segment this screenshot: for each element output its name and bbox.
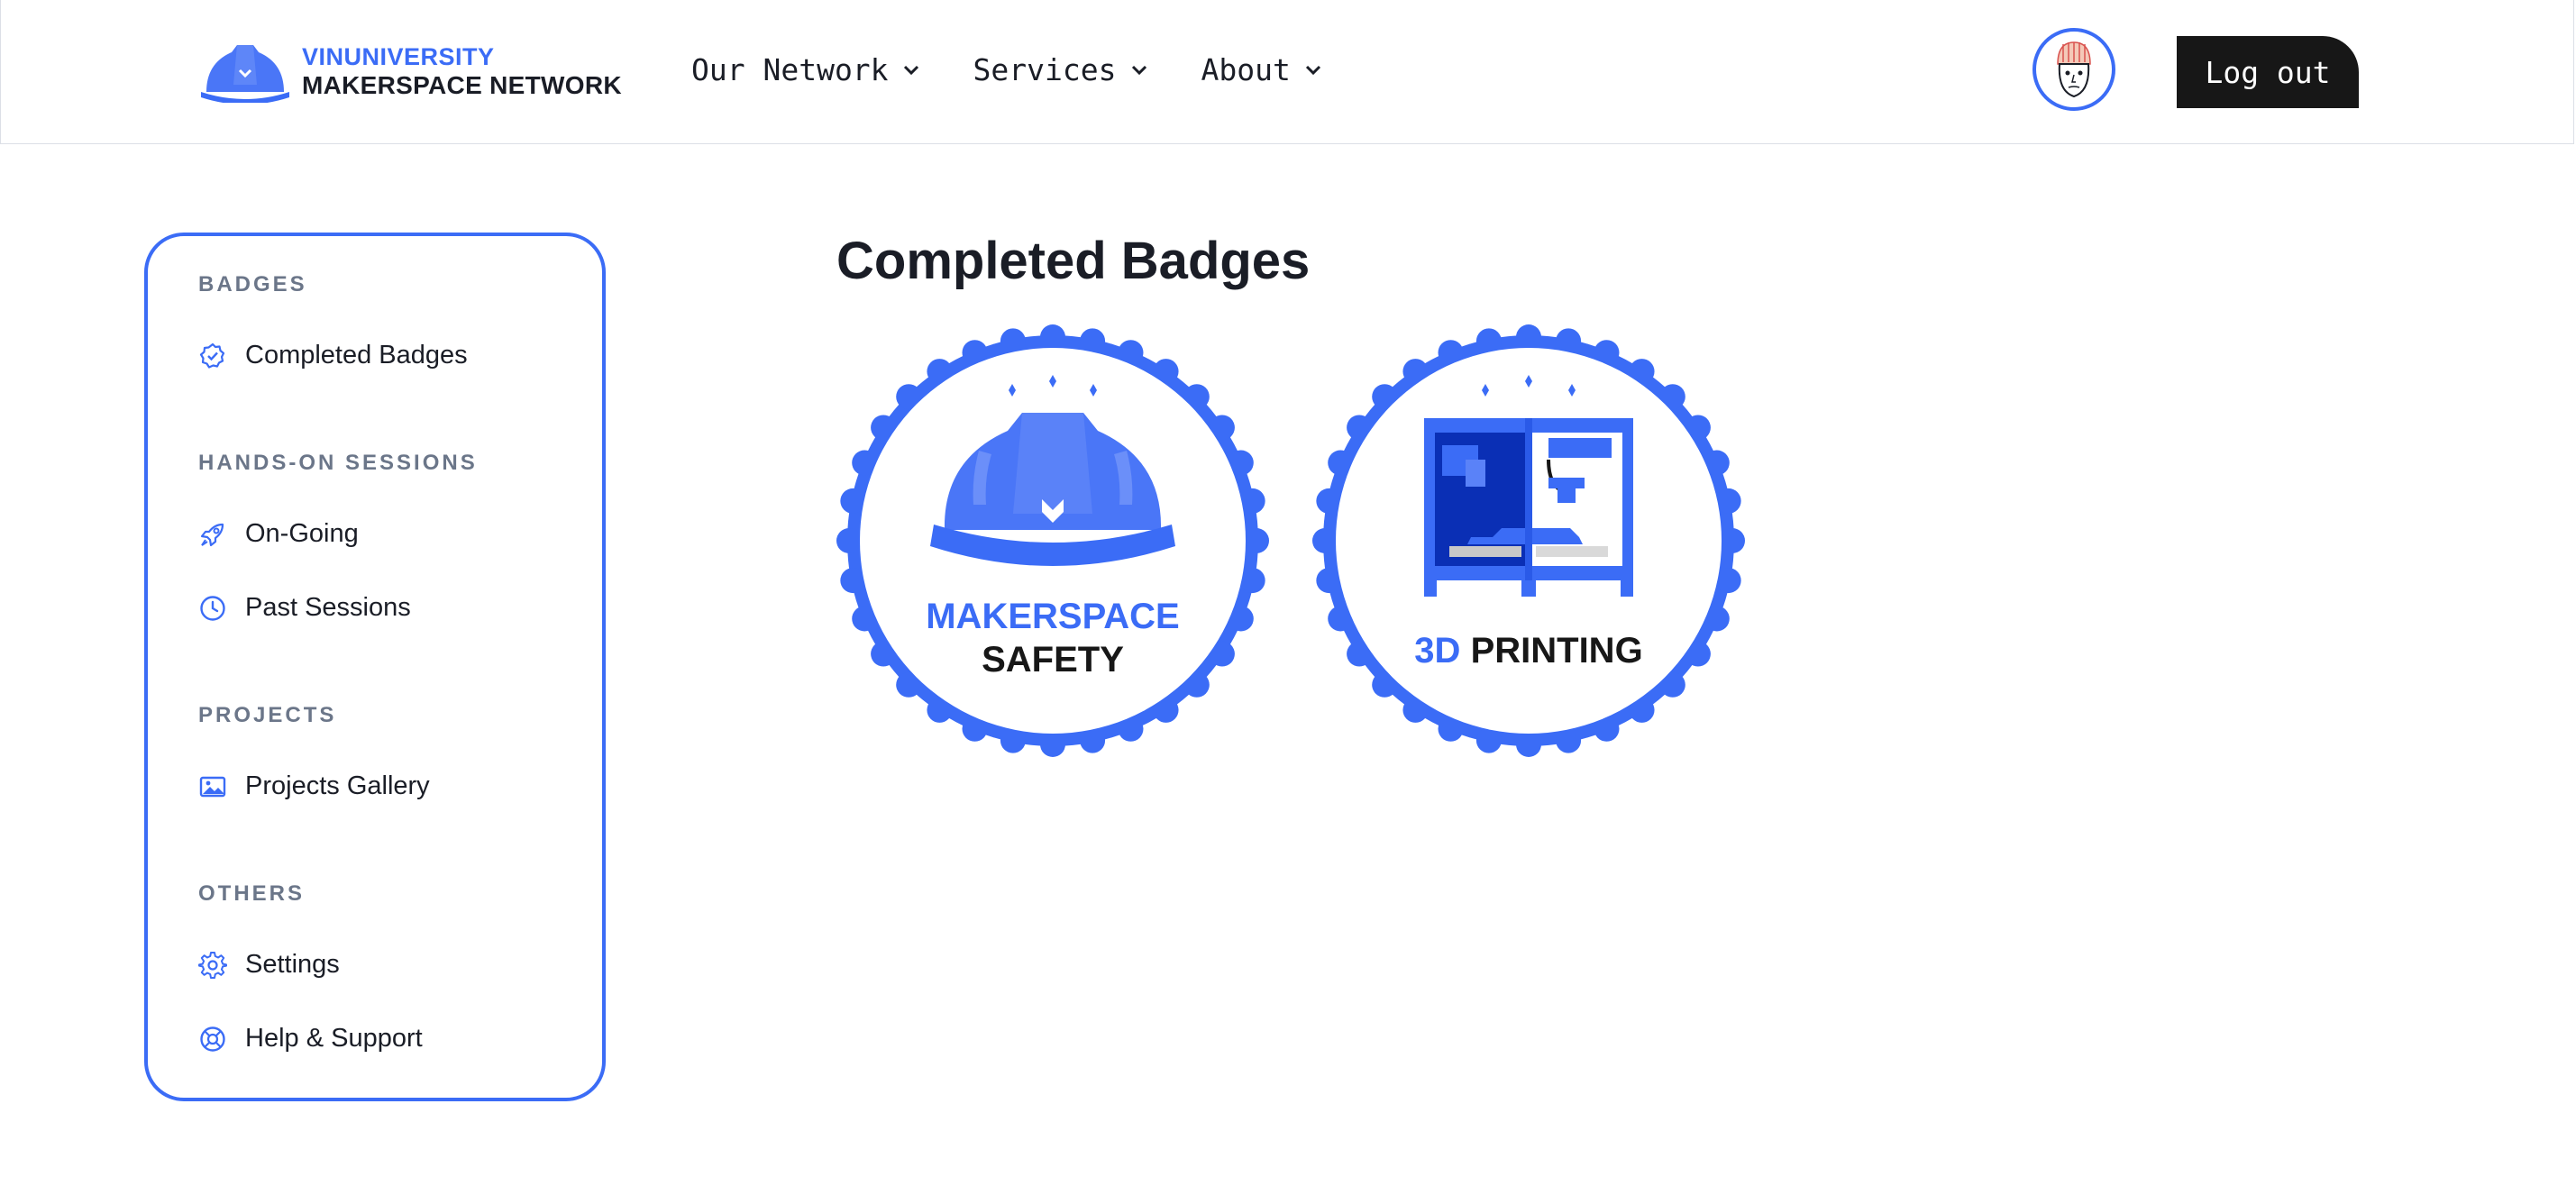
logo-title: VINUNIVERSITY <box>302 43 495 70</box>
sidebar-item-past-sessions[interactable]: Past Sessions <box>198 593 411 623</box>
hard-hat-icon <box>201 45 289 103</box>
badge-frame <box>1312 324 1745 757</box>
nav-label: About <box>1201 52 1291 87</box>
nav-our-network[interactable]: Our Network <box>691 52 919 87</box>
sidebar-item-label: On-Going <box>245 519 359 548</box>
lifebuoy-icon <box>200 1026 225 1052</box>
chevron-down-icon <box>903 65 918 75</box>
chevron-down-icon <box>1305 65 1320 75</box>
nav-label: Services <box>973 52 1117 87</box>
sidebar-item-label: Completed Badges <box>245 341 468 370</box>
logo-subtitle: MAKERSPACE NETWORK <box>302 71 622 99</box>
sidebar-section-projects: PROJECTS <box>198 703 337 727</box>
badge-title-line1: 3D <box>1414 631 1461 671</box>
sidebar-item-label: Past Sessions <box>245 593 411 622</box>
user-avatar[interactable] <box>2032 28 2115 111</box>
sidebar-item-completed-badges[interactable]: Completed Badges <box>198 341 468 370</box>
badge-title-line2: PRINTING <box>1470 631 1643 671</box>
nav-about[interactable]: About <box>1201 52 1321 87</box>
badge-makerspace-safety[interactable]: MAKERSPACE SAFETY <box>836 324 1269 757</box>
badge-frame <box>836 324 1269 757</box>
sidebar-section-hands-on: HANDS-ON SESSIONS <box>198 451 478 475</box>
sidebar-item-label: Settings <box>245 950 340 979</box>
gear-icon <box>198 951 227 979</box>
3d-printer-icon <box>1424 418 1633 597</box>
sidebar-item-projects-gallery[interactable]: Projects Gallery <box>198 771 430 801</box>
badge-check-icon <box>199 342 225 369</box>
nav-services[interactable]: Services <box>973 52 1147 87</box>
badge-title: 3D PRINTING <box>1312 631 1745 671</box>
sidebar: BADGES Completed Badges HANDS-ON SESSION… <box>144 233 606 1101</box>
nav-label: Our Network <box>691 52 889 87</box>
sidebar-item-label: Help & Support <box>245 1024 423 1053</box>
chevron-down-icon <box>1131 65 1146 75</box>
sidebar-section-badges: BADGES <box>198 272 307 297</box>
sidebar-item-on-going[interactable]: On-Going <box>198 519 359 549</box>
badge-3d-printing[interactable]: 3D PRINTING <box>1312 324 1745 757</box>
avatar-face-icon <box>2057 41 2091 98</box>
image-icon <box>199 776 226 797</box>
main-nav: Our Network Services About <box>691 52 1375 87</box>
badge-title-line2: SAFETY <box>982 640 1124 680</box>
sidebar-item-help-support[interactable]: Help & Support <box>198 1024 423 1054</box>
sidebar-section-others: OTHERS <box>198 881 306 906</box>
page-title: Completed Badges <box>836 232 1311 290</box>
sidebar-item-settings[interactable]: Settings <box>198 950 340 980</box>
logout-button[interactable]: Log out <box>2177 36 2359 108</box>
badge-title-line1: MAKERSPACE <box>926 597 1180 636</box>
clock-icon <box>200 595 225 621</box>
logo[interactable]: VINUNIVERSITY MAKERSPACE NETWORK <box>201 40 622 103</box>
rocket-icon <box>200 523 224 546</box>
top-navbar: VINUNIVERSITY MAKERSPACE NETWORK Our Net… <box>0 0 2574 144</box>
sidebar-item-label: Projects Gallery <box>245 771 430 800</box>
